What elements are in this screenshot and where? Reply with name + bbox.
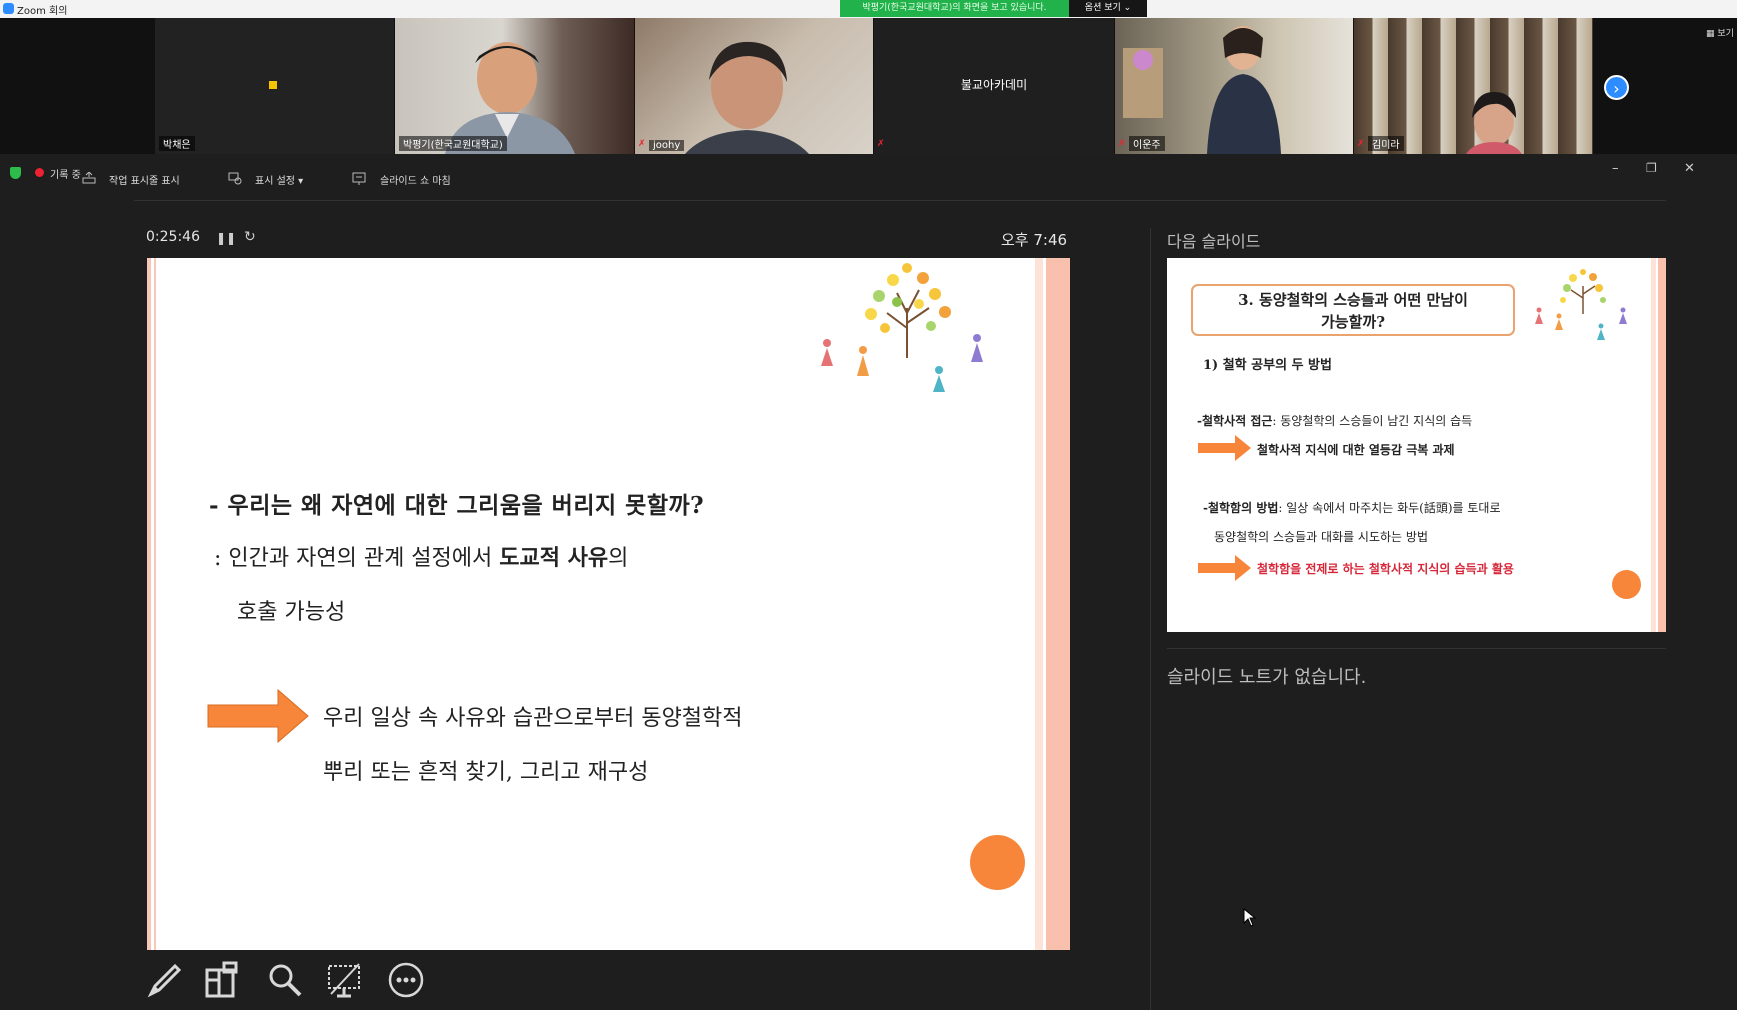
next-slide-item: 철학함을 전제로 하는 철학사적 지식의 습득과 활용 [1257,562,1514,576]
close-icon[interactable]: ✕ [1684,161,1695,176]
reset-timer-icon[interactable]: ↻ [244,229,256,245]
participant-name: 김미라 [1368,136,1404,151]
participant-name: 박채은 [159,136,195,151]
slide-notes: 슬라이드 노트가 없습니다. [1167,667,1367,688]
mouse-cursor-icon [1243,908,1257,927]
elapsed-timer: 0:25:46 [146,229,200,245]
panel-divider[interactable] [1150,228,1151,1010]
gallery-view-button[interactable]: ▦ 보기 [1706,26,1734,39]
current-slide: - 우리는 왜 자연에 대한 그리움을 버리지 못할까? : 인간과 자연의 관… [147,258,1070,950]
slide-border [154,258,156,950]
pause-timer-icon[interactable]: ❚❚ [216,231,236,245]
slide-border [147,258,151,950]
participant-tile[interactable]: ✗ 김미라 [1354,18,1593,154]
pen-icon[interactable] [145,960,185,1000]
view-options-button[interactable]: 옵션 보기 ⌄ [1069,0,1147,17]
see-all-slides-icon[interactable] [204,960,244,1000]
taskbar-icon [82,172,96,184]
black-screen-icon[interactable] [325,960,365,1000]
muted-icon: ✗ [638,139,646,149]
participant-video [1123,26,1281,154]
zoom-icon[interactable] [265,960,305,1000]
recording-status: 기록 중 [50,170,81,181]
zoom-app-icon [3,3,14,14]
participant-name: 이운주 [1129,136,1165,151]
slide-question: - 우리는 왜 자연에 대한 그리움을 버리지 못할까? [209,492,705,519]
divider [1167,648,1666,649]
participant-tile[interactable]: 박채은 [155,18,394,154]
audio-indicator-icon [269,81,277,89]
restore-icon[interactable]: ❐ [1646,161,1657,175]
participant-tile[interactable]: ✗ joohy [635,18,873,154]
muted-icon: ✗ [877,139,885,149]
current-time: 오후 7:46 [1001,231,1068,249]
muted-icon: ✗ [1357,139,1365,149]
participant-tile[interactable]: 박평기(한국교원대학교) [395,18,634,154]
answer-text: 의 [608,546,629,571]
next-slide-subtitle: 1) 철학 공부의 두 방법 [1203,358,1332,373]
muted-icon: ✗ [1118,139,1126,149]
next-slide-preview[interactable]: 3. 동양철학의 스승들과 어떤 만남이 가능할까? 1) 철학 공부의 두 방… [1167,258,1666,632]
participant-video [1466,92,1522,154]
participant-tile[interactable]: ✗ 이운주 [1115,18,1353,154]
item-heading: -철학함의 방법 [1203,501,1279,515]
slide-conclusion-line: 뿌리 또는 흔적 찾기, 그리고 재구성 [323,760,649,785]
orange-circle-decoration [1612,570,1641,599]
slide-conclusion-line: 우리 일상 속 사유와 습관으로부터 동양철학적 [323,706,743,731]
title-line: 3. 동양철학의 스승들과 어떤 만남이 [1238,291,1468,309]
tree-children-illustration [821,263,983,392]
minimize-icon[interactable]: – [1612,161,1619,176]
slide-border [1035,258,1070,950]
next-slide-title: 3. 동양철학의 스승들과 어떤 만남이 가능할까? [1191,284,1515,336]
orange-arrow-icon [1198,435,1251,461]
item-text: : 동양철학의 스승들이 남긴 지식의 습득 [1272,414,1473,428]
recording-icon [35,168,44,177]
orange-circle-decoration [970,835,1025,890]
show-taskbar-button[interactable]: 작업 표시줄 표시 [109,172,180,187]
participant-name: 박평기(한국교원대학교) [399,136,507,151]
window-title: Zoom 회의 [17,6,68,17]
end-slideshow-icon [352,172,366,185]
slide-answer-line: : 인간과 자연의 관계 설정에서 도교적 사유의 [214,540,628,572]
more-options-icon[interactable] [386,960,426,1000]
security-shield-icon [10,167,21,179]
slide-answer-line: 호출 가능성 [237,600,346,625]
display-settings-icon [228,172,242,185]
item-text: : 일상 속에서 마주치는 화두(話頭)를 토대로 [1278,501,1501,515]
orange-arrow-icon [207,688,309,744]
next-slide-label: 다음 슬라이드 [1167,232,1261,251]
next-slide-item: 철학사적 지식에 대한 열등감 극복 과제 [1257,443,1455,457]
orange-arrow-icon [1198,555,1251,581]
next-page-arrow-icon[interactable]: › [1604,75,1629,100]
participant-name: 불교아카데미 [960,78,1028,92]
answer-emphasis: 도교적 사유 [499,545,609,571]
divider [134,200,1666,201]
item-heading: -철학사적 접근 [1197,414,1273,428]
display-settings-button[interactable]: 표시 설정 ▾ [255,172,303,187]
participant-tile[interactable]: 불교아카데미 ✗ [874,18,1114,154]
title-line: 가능할까? [1321,313,1385,331]
slide-border [1651,258,1666,632]
tree-children-illustration [1535,269,1627,340]
screen-share-banner: 박평기(한국교원대학교)의 화면을 보고 있습니다. [840,0,1069,17]
participant-name: joohy [649,140,685,151]
answer-text: : 인간과 자연의 관계 설정에서 [214,546,500,571]
next-slide-item: -철학사적 접근: 동양철학의 스승들이 남긴 지식의 습득 [1197,412,1472,429]
next-slide-item: -철학함의 방법: 일상 속에서 마주치는 화두(話頭)를 토대로 [1203,499,1501,516]
participant-video [685,41,809,154]
next-slide-item: 동양철학의 스승들과 대화를 시도하는 방법 [1214,530,1428,544]
end-slideshow-button[interactable]: 슬라이드 쇼 마침 [380,172,451,187]
